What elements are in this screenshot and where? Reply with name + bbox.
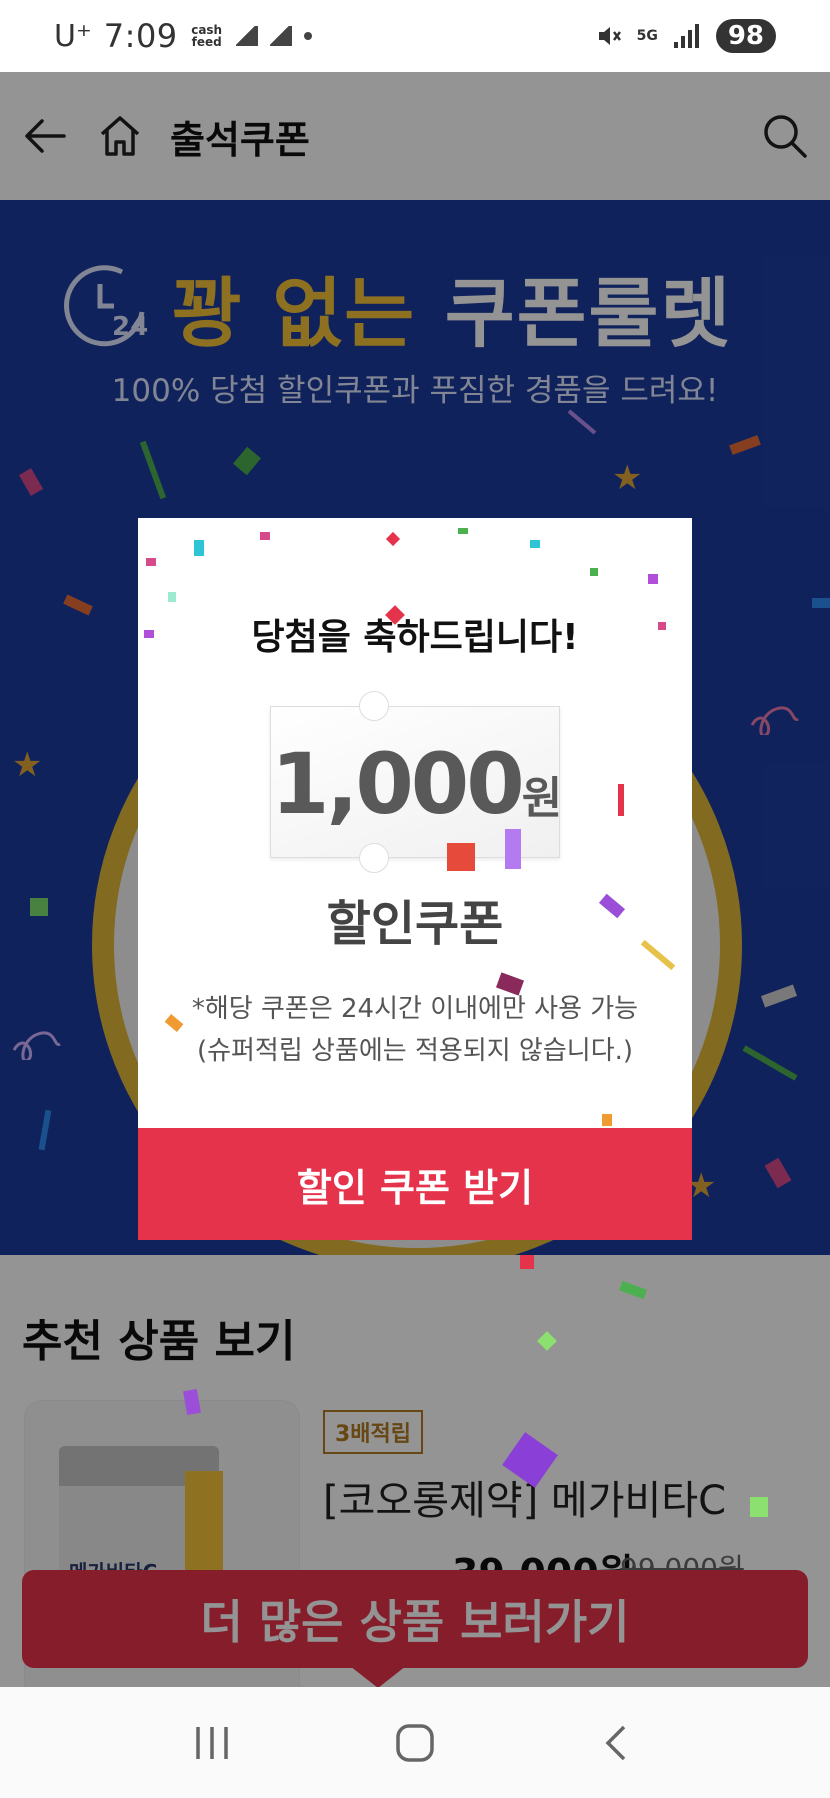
network-5g-icon: 5G	[636, 28, 658, 44]
confetti-decoration	[520, 1255, 534, 1269]
more-notifications-dot-icon	[303, 32, 312, 40]
congrats-title: 당첨을 축하드립니다!	[251, 617, 579, 658]
win-coupon-dialog: 당첨을 축하드립니다! 1,000원 할인쿠폰 *해당 쿠폰은 24시간 이내에…	[138, 518, 692, 1240]
clock-time: 7:09	[103, 17, 178, 55]
get-coupon-button[interactable]: 할인 쿠폰 받기	[138, 1128, 692, 1240]
system-nav-bar	[0, 1687, 830, 1798]
confetti-decoration	[168, 592, 176, 602]
notification-icon	[235, 26, 258, 46]
confetti-decoration	[602, 1114, 612, 1126]
coupon-ticket: 1,000원	[270, 691, 563, 873]
confetti-decoration	[458, 528, 468, 534]
confetti-decoration	[530, 540, 540, 548]
confetti-decoration	[750, 1497, 768, 1517]
coupon-type-label: 할인쿠폰	[326, 896, 504, 952]
mute-icon	[598, 27, 621, 45]
notice-line: *해당 쿠폰은 24시간 이내에만 사용 가능	[191, 994, 639, 1024]
ticket-notch	[359, 691, 389, 721]
confetti-decoration	[146, 558, 156, 566]
confetti-decoration	[385, 531, 401, 547]
notice-line: (슈퍼적립 상품에는 적용되지 않습니다.)	[196, 1036, 634, 1066]
signal-icon	[673, 24, 699, 48]
confetti-decoration	[194, 540, 204, 556]
status-bar: U⁺ 7:09 cash feed 5G 98	[0, 0, 830, 72]
coupon-notice: *해당 쿠폰은 24시간 이내에만 사용 가능 (슈퍼적립 상품에는 적용되지 …	[138, 988, 692, 1072]
coupon-amount: 1,000원	[271, 735, 563, 833]
confetti-decoration	[260, 532, 270, 540]
cash-feed-icon: cash feed	[191, 23, 223, 49]
notification-icon	[269, 26, 292, 46]
confetti-decoration	[505, 829, 521, 869]
confetti-decoration	[590, 568, 598, 576]
confetti-decoration	[648, 574, 658, 584]
battery-icon: 98	[715, 19, 776, 53]
confetti-decoration	[618, 784, 624, 816]
nav-back-icon[interactable]	[598, 1723, 638, 1763]
confetti-decoration	[447, 843, 475, 871]
coupon-amount-value: 1,000	[271, 735, 525, 833]
coupon-amount-unit: 원	[521, 773, 563, 824]
home-circle-icon[interactable]	[395, 1723, 435, 1763]
carrier-label: U⁺	[54, 18, 92, 54]
ticket-notch	[359, 843, 389, 873]
recent-apps-icon[interactable]	[192, 1723, 232, 1763]
